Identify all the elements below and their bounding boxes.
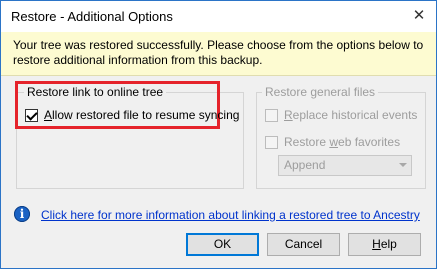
replace-events-checkbox[interactable] [265,108,278,122]
banner-message: Your tree was restored successfully. Ple… [13,38,424,67]
title-bar: Restore - Additional Options ✕ [1,1,436,32]
web-favorites-checkbox[interactable] [265,135,278,149]
web-favorites-label[interactable]: Restore web favorites [284,135,400,149]
restore-mode-select[interactable]: Append [278,155,412,176]
web-favorites-option[interactable]: Restore web favorites [265,135,400,149]
help-button[interactable]: Help [348,233,421,256]
replace-events-option[interactable]: Replace historical events [265,108,417,122]
success-banner: Your tree was restored successfully. Ple… [1,32,436,76]
close-icon[interactable]: ✕ [408,5,430,27]
info-icon: i [14,206,30,222]
restore-mode-value: Append [284,158,326,172]
restore-options-dialog: Restore - Additional Options ✕ Your tree… [0,0,437,269]
restore-general-files-title: Restore general files [262,85,379,99]
resume-syncing-option[interactable]: Allow restored file to resume syncing [25,108,239,122]
cancel-button[interactable]: Cancel [267,233,340,256]
ok-button[interactable]: OK [186,233,259,256]
resume-syncing-label[interactable]: Allow restored file to resume syncing [44,108,239,122]
window-title: Restore - Additional Options [11,9,173,24]
chevron-down-icon [399,163,407,167]
resume-syncing-checkbox[interactable] [25,108,38,122]
replace-events-label[interactable]: Replace historical events [284,108,417,122]
more-info-link[interactable]: Click here for more information about li… [41,208,420,222]
